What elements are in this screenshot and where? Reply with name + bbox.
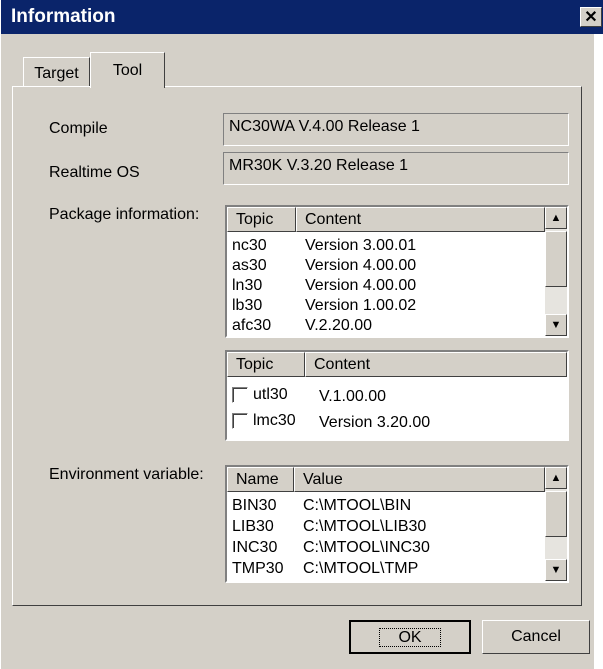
tool-tab-panel (12, 86, 582, 606)
title-bar: Information ✕ (1, 0, 603, 34)
ok-button[interactable]: OK (349, 620, 471, 654)
tab-tool[interactable]: Tool (90, 52, 165, 88)
tab-target[interactable]: Target (23, 57, 90, 87)
information-dialog: Information ✕ Target Tool Compile NC30WA… (0, 0, 603, 669)
window-title: Information (11, 6, 116, 27)
close-icon: ✕ (584, 9, 598, 26)
ok-label: OK (379, 628, 441, 647)
close-button[interactable]: ✕ (580, 7, 602, 27)
cancel-button[interactable]: Cancel (482, 620, 590, 654)
